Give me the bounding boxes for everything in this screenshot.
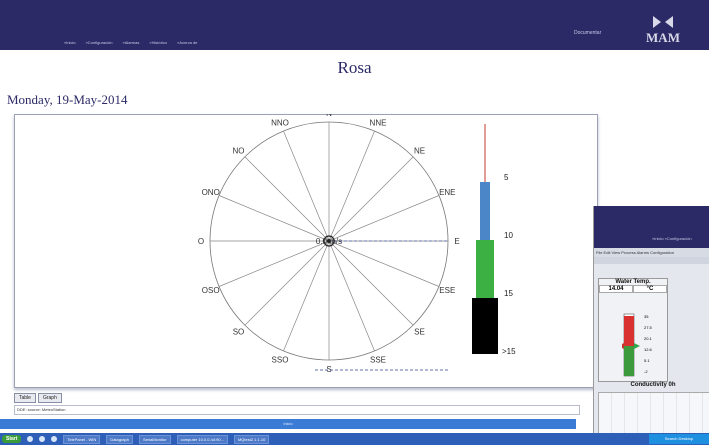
temp-scale-2: 20.1 (644, 336, 653, 341)
gauge-tick-10: 10 (504, 231, 513, 240)
rose-direction-label: SO (233, 328, 245, 337)
nav-historico[interactable]: »Histórico (149, 40, 167, 45)
rose-direction-label: SSO (272, 355, 289, 364)
wind-rose: NNNENEENEEESESESSESSSOSOOSOOONONONNO 0.0… (198, 114, 460, 374)
task-mqtest[interactable]: MQtest2.1.1.10 (233, 434, 270, 444)
rose-direction-label: N (326, 114, 332, 118)
rose-spoke (218, 195, 330, 242)
task-serialmonitor[interactable]: SerialMonitor (139, 434, 171, 444)
temp-left-marker (622, 343, 624, 349)
quicklaunch-icon[interactable] (39, 436, 46, 442)
gauge-green-band (476, 240, 494, 298)
rose-direction-label: NNO (271, 119, 289, 128)
second-window-nav[interactable]: »Inicio »Configuración (652, 236, 692, 241)
rose-direction-label: ESE (439, 286, 455, 295)
status-bar: DDE: source: MeteoStation (14, 405, 580, 415)
second-window: »Inicio »Configuración File Edit View Pr… (593, 206, 709, 433)
quicklaunch-icon[interactable] (51, 436, 58, 442)
rose-spoke (328, 240, 440, 287)
logo-text: MAM (646, 30, 680, 44)
temperature-meter: 35 27.5 20.1 12.6 5.1 -2 (622, 313, 653, 377)
water-temp-unit: °C (633, 285, 667, 293)
second-window-header: »Inicio »Configuración (594, 206, 709, 248)
rose-spoke (328, 240, 414, 326)
gauge-black-band (472, 298, 498, 354)
rose-direction-label: NNE (370, 119, 387, 128)
tab-graph[interactable]: Graph (37, 393, 62, 403)
gauge-tick-15: 15 (504, 289, 513, 298)
quicklaunch-icon[interactable] (27, 436, 34, 442)
nav-configuracion[interactable]: »Configuración (86, 40, 113, 45)
rose-center-value: 0.0 m/s (316, 237, 342, 246)
taskbar: Start TelePanel - WIN Datagraph SerialMo… (0, 433, 709, 445)
rose-spoke (328, 240, 375, 352)
temp-scale-0: 35 (644, 314, 649, 319)
documentar-link[interactable]: Documentar (574, 30, 601, 36)
rose-direction-label: ONO (202, 188, 220, 197)
second-window-menu[interactable]: File Edit View Process Alarms Configurat… (594, 248, 709, 257)
rose-direction-label: SE (414, 328, 425, 337)
gauge-tick-5: 5 (504, 173, 509, 182)
rose-direction-label: NO (233, 147, 245, 156)
task-datagraph[interactable]: Datagraph (106, 434, 133, 444)
mam-logo: MAM (646, 16, 680, 44)
conductivity-grid (598, 392, 709, 433)
task-computer[interactable]: computer 10.0.0.44:90... (176, 434, 228, 444)
water-temp-value: 14.04 (599, 285, 633, 293)
nav-alarmas[interactable]: »Alarmas (122, 40, 139, 45)
second-window-toolbar[interactable] (594, 257, 709, 264)
start-button[interactable]: Start (2, 435, 22, 443)
temp-scale-1: 27.5 (644, 325, 653, 330)
page-title: Rosa (337, 58, 372, 77)
rose-spoke (283, 130, 330, 242)
rose-direction-label: NE (414, 147, 425, 156)
conductivity-label: Conductivity 0h (630, 382, 676, 388)
nav-inicio[interactable]: »Inicio (64, 40, 76, 45)
date-label: Monday, 19-May-2014 (7, 92, 128, 107)
rose-direction-label: OSO (202, 286, 220, 295)
temp-red-fill (624, 316, 634, 346)
top-nav: »Inicio »Configuración »Alarmas »Históri… (64, 40, 197, 45)
rose-spoke (328, 156, 414, 242)
temp-scale-3: 12.6 (644, 347, 653, 352)
rose-direction-label: SSE (370, 355, 386, 364)
nav-acerca[interactable]: »Acerca de (177, 40, 197, 45)
rose-direction-label: ENE (439, 188, 455, 197)
temp-scale-4: 5.1 (644, 358, 650, 363)
rose-spoke (328, 130, 375, 242)
temp-right-marker (634, 343, 640, 349)
gauge-blue-band (480, 182, 490, 240)
rose-spoke (244, 156, 330, 242)
rose-spoke (218, 240, 330, 287)
temp-scale-5: -2 (644, 369, 648, 374)
rose-spoke (283, 240, 330, 352)
speed-gauge: 5 10 15 >15 (472, 124, 516, 356)
gauge-tick-over-15: >15 (502, 347, 516, 356)
view-tabs: Table Graph (14, 393, 62, 403)
rose-direction-label: O (198, 237, 204, 246)
inicio-bar[interactable]: Inicio (0, 419, 576, 429)
rose-spoke (244, 240, 330, 326)
desktop-search[interactable]: Search Desktop (649, 434, 709, 444)
temp-green-fill (624, 346, 634, 376)
top-header: »Inicio »Configuración »Alarmas »Históri… (0, 0, 709, 50)
task-telepanel[interactable]: TelePanel - WIN (63, 434, 101, 444)
tab-table[interactable]: Table (14, 393, 36, 403)
rose-spoke (328, 195, 440, 242)
